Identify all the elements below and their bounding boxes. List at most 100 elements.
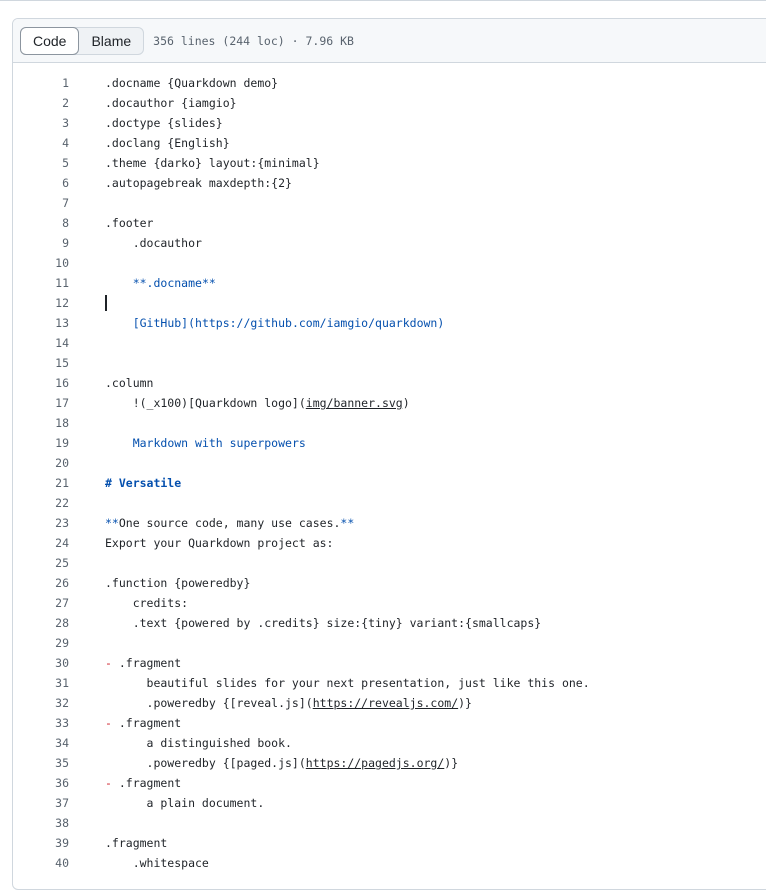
- line-number[interactable]: 39: [13, 833, 69, 853]
- code-line[interactable]: 25: [13, 553, 766, 573]
- line-number[interactable]: 34: [13, 733, 69, 753]
- code-line[interactable]: 16 .column: [13, 373, 766, 393]
- line-number[interactable]: 27: [13, 593, 69, 613]
- line-number[interactable]: 9: [13, 233, 69, 253]
- code-line[interactable]: 10: [13, 253, 766, 273]
- line-number[interactable]: 13: [13, 313, 69, 333]
- line-content: Markdown with superpowers: [105, 433, 306, 453]
- code-line[interactable]: 33 - .fragment: [13, 713, 766, 733]
- top-divider: [0, 0, 766, 1]
- code-line[interactable]: 18: [13, 413, 766, 433]
- line-number[interactable]: 35: [13, 753, 69, 773]
- code-line[interactable]: 22: [13, 493, 766, 513]
- line-content: credits:: [105, 593, 188, 613]
- code-line[interactable]: 30 - .fragment: [13, 653, 766, 673]
- line-number[interactable]: 32: [13, 693, 69, 713]
- blame-tab[interactable]: Blame: [79, 28, 143, 54]
- line-number[interactable]: 14: [13, 333, 69, 353]
- code-line[interactable]: 28 .text {powered by .credits} size:{tin…: [13, 613, 766, 633]
- code-line[interactable]: 32 .poweredby {[reveal.js](https://revea…: [13, 693, 766, 713]
- line-number[interactable]: 3: [13, 113, 69, 133]
- code-line[interactable]: 4 .doclang {English}: [13, 133, 766, 153]
- code-line[interactable]: 35 .poweredby {[paged.js](https://pagedj…: [13, 753, 766, 773]
- line-content: .text {powered by .credits} size:{tiny} …: [105, 613, 542, 633]
- code-line[interactable]: 11 **.docname**: [13, 273, 766, 293]
- line-number[interactable]: 28: [13, 613, 69, 633]
- line-number[interactable]: 25: [13, 553, 69, 573]
- code-token: .fragment: [105, 836, 168, 850]
- code-line[interactable]: 9 .docauthor: [13, 233, 766, 253]
- code-line[interactable]: 29: [13, 633, 766, 653]
- line-number[interactable]: 29: [13, 633, 69, 653]
- code-tab[interactable]: Code: [20, 26, 80, 55]
- code-line[interactable]: 13 [GitHub](https://github.com/iamgio/qu…: [13, 313, 766, 333]
- line-number[interactable]: 10: [13, 253, 69, 273]
- line-number[interactable]: 24: [13, 533, 69, 553]
- line-number[interactable]: 15: [13, 353, 69, 373]
- code-line[interactable]: 37 a plain document.: [13, 793, 766, 813]
- code-line[interactable]: 36 - .fragment: [13, 773, 766, 793]
- line-number[interactable]: 5: [13, 153, 69, 173]
- code-token: credits:: [105, 596, 189, 610]
- code-line[interactable]: 15: [13, 353, 766, 373]
- code-token: .column: [105, 376, 154, 390]
- code-token: .fragment: [111, 656, 182, 670]
- code-token: **: [105, 516, 119, 530]
- code-line[interactable]: 8 .footer: [13, 213, 766, 233]
- code-line[interactable]: 7: [13, 193, 766, 213]
- line-number[interactable]: 23: [13, 513, 69, 533]
- line-number[interactable]: 12: [13, 293, 69, 313]
- line-number[interactable]: 17: [13, 393, 69, 413]
- code-line[interactable]: 40 .whitespace: [13, 853, 766, 873]
- line-content: .docname {Quarkdown demo}: [105, 73, 278, 93]
- code-link[interactable]: https://revealjs.com/: [313, 696, 458, 710]
- code-line[interactable]: 6 .autopagebreak maxdepth:{2}: [13, 173, 766, 193]
- code-line[interactable]: 21 # Versatile: [13, 473, 766, 493]
- code-line[interactable]: 12: [13, 293, 766, 313]
- line-number[interactable]: 21: [13, 473, 69, 493]
- code-line[interactable]: 2 .docauthor {iamgio}: [13, 93, 766, 113]
- line-content: - .fragment: [105, 773, 181, 793]
- code-token: .fragment: [111, 776, 182, 790]
- line-number[interactable]: 33: [13, 713, 69, 733]
- code-line[interactable]: 19 Markdown with superpowers: [13, 433, 766, 453]
- code-line[interactable]: 23 **One source code, many use cases.**: [13, 513, 766, 533]
- line-number[interactable]: 36: [13, 773, 69, 793]
- line-number[interactable]: 30: [13, 653, 69, 673]
- line-number[interactable]: 1: [13, 73, 69, 93]
- code-line[interactable]: 39 .fragment: [13, 833, 766, 853]
- line-number[interactable]: 2: [13, 93, 69, 113]
- line-number[interactable]: 8: [13, 213, 69, 233]
- code-line[interactable]: 27 credits:: [13, 593, 766, 613]
- code-token: .text {powered by .credits} size:{tiny} …: [105, 616, 542, 630]
- line-number[interactable]: 40: [13, 853, 69, 873]
- code-token: .function {poweredby}: [105, 576, 251, 590]
- code-line[interactable]: 38: [13, 813, 766, 833]
- code-link[interactable]: https://pagedjs.org/: [306, 756, 444, 770]
- line-number[interactable]: 37: [13, 793, 69, 813]
- code-line[interactable]: 3 .doctype {slides}: [13, 113, 766, 133]
- code-line[interactable]: 26 .function {poweredby}: [13, 573, 766, 593]
- line-number[interactable]: 6: [13, 173, 69, 193]
- code-line[interactable]: 31 beautiful slides for your next presen…: [13, 673, 766, 693]
- code-line[interactable]: 34 a distinguished book.: [13, 733, 766, 753]
- line-number[interactable]: 31: [13, 673, 69, 693]
- line-number[interactable]: 19: [13, 433, 69, 453]
- code-line[interactable]: 20: [13, 453, 766, 473]
- code-line[interactable]: 14: [13, 333, 766, 353]
- code-line[interactable]: 24 Export your Quarkdown project as:: [13, 533, 766, 553]
- code-line[interactable]: 17 !(_x100)[Quarkdown logo](img/banner.s…: [13, 393, 766, 413]
- line-number[interactable]: 18: [13, 413, 69, 433]
- code-line[interactable]: 5 .theme {darko} layout:{minimal}: [13, 153, 766, 173]
- line-number[interactable]: 26: [13, 573, 69, 593]
- code-listing[interactable]: 1 .docname {Quarkdown demo} 2 .docauthor {i…: [13, 73, 766, 873]
- line-number[interactable]: 11: [13, 273, 69, 293]
- line-number[interactable]: 20: [13, 453, 69, 473]
- line-number[interactable]: 4: [13, 133, 69, 153]
- code-line[interactable]: 1 .docname {Quarkdown demo}: [13, 73, 766, 93]
- code-link[interactable]: img/banner.svg: [306, 396, 403, 410]
- line-number[interactable]: 7: [13, 193, 69, 213]
- line-number[interactable]: 16: [13, 373, 69, 393]
- line-number[interactable]: 22: [13, 493, 69, 513]
- line-number[interactable]: 38: [13, 813, 69, 833]
